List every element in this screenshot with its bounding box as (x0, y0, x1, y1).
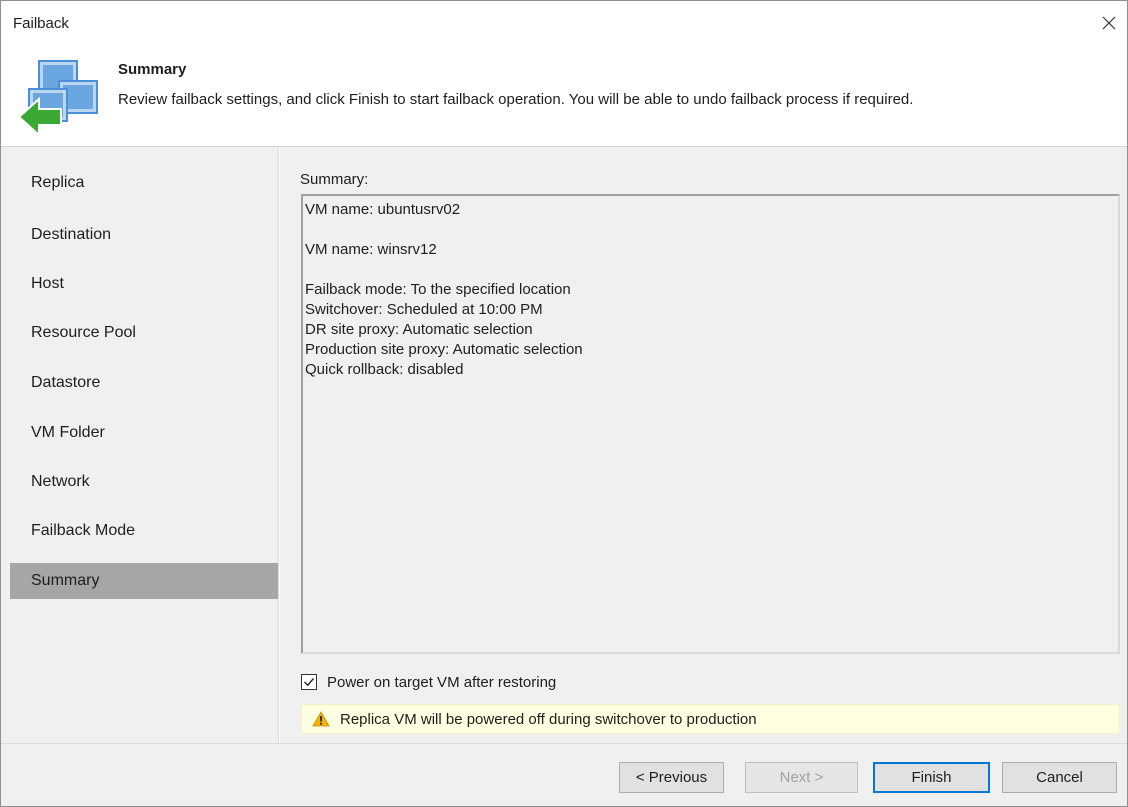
summary-line: Switchover: Scheduled at 10:00 PM (305, 301, 543, 318)
sidebar-item-replica[interactable]: Replica (10, 165, 278, 201)
failback-dialog: Failback Summary Review failback setting… (0, 0, 1128, 807)
wizard-steps-sidebar: Replica Destination Host Resource Pool D… (1, 147, 279, 743)
power-on-option[interactable]: Power on target VM after restoring (301, 671, 556, 693)
summary-line: VM name: winsrv12 (305, 241, 437, 258)
power-on-checkbox[interactable] (301, 674, 317, 690)
wizard-header: Summary Review failback settings, and cl… (1, 41, 1127, 146)
next-button[interactable]: Next > (745, 762, 858, 793)
sidebar-item-summary[interactable]: Summary (10, 563, 278, 599)
header-title: Summary (118, 61, 187, 78)
summary-line: DR site proxy: Automatic selection (305, 321, 533, 338)
summary-line: Production site proxy: Automatic selecti… (305, 341, 583, 358)
cancel-button[interactable]: Cancel (1002, 762, 1117, 793)
summary-line: Failback mode: To the specified location (305, 281, 571, 298)
sidebar-item-host[interactable]: Host (10, 266, 278, 302)
previous-button[interactable]: < Previous (619, 762, 724, 793)
failback-icon (17, 60, 98, 137)
sidebar-item-vm-folder[interactable]: VM Folder (10, 415, 278, 451)
title-bar: Failback (1, 1, 1127, 41)
summary-line: Quick rollback: disabled (305, 361, 464, 378)
sidebar-item-resource-pool[interactable]: Resource Pool (10, 315, 278, 351)
sidebar-item-network[interactable]: Network (10, 464, 278, 500)
header-description: Review failback settings, and click Fini… (118, 91, 914, 108)
window-title: Failback (13, 15, 69, 32)
summary-panel: Summary: VM name: ubuntusrv02 VM name: w… (280, 147, 1127, 743)
finish-button[interactable]: Finish (873, 762, 990, 793)
checkmark-icon (304, 678, 315, 687)
summary-heading: Summary: (300, 171, 369, 188)
warning-text: Replica VM will be powered off during sw… (340, 710, 757, 728)
close-button[interactable] (1091, 9, 1127, 37)
sidebar-item-datastore[interactable]: Datastore (10, 365, 278, 401)
summary-line (305, 220, 1118, 240)
summary-text-box[interactable]: VM name: ubuntusrv02 VM name: winsrv12 F… (301, 194, 1120, 654)
summary-line (305, 260, 1118, 280)
summary-line: VM name: ubuntusrv02 (305, 201, 461, 218)
wizard-footer: < Previous Next > Finish Cancel (1, 743, 1127, 806)
warning-message: Replica VM will be powered off during sw… (301, 704, 1120, 734)
power-on-checkbox-label: Power on target VM after restoring (327, 673, 557, 691)
sidebar-item-destination[interactable]: Destination (10, 217, 278, 253)
close-icon (1102, 16, 1116, 30)
sidebar-item-failback-mode[interactable]: Failback Mode (10, 513, 278, 549)
warning-icon (312, 711, 330, 727)
